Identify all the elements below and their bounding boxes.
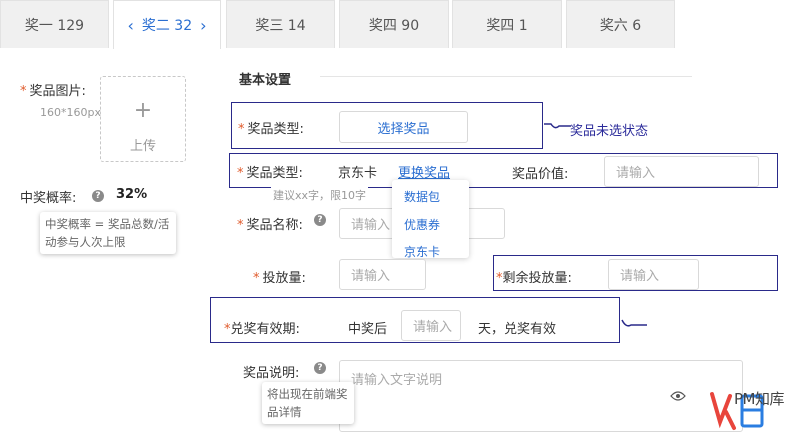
tab-label: 奖一 129	[24, 17, 85, 34]
watermark: PM知库	[668, 384, 804, 433]
prize-value-label: 奖品价值:	[512, 167, 569, 182]
help-icon[interactable]: ?	[314, 362, 326, 374]
section-divider	[320, 76, 692, 77]
upload-box[interactable]: + 上传	[100, 76, 186, 162]
help-icon[interactable]: ?	[92, 190, 104, 202]
qty-input[interactable]: 请输入	[339, 259, 426, 290]
annotation-unselected: 奖品未选状态	[570, 124, 649, 139]
remaining-label: *剩余投放量:	[496, 271, 572, 286]
desc-tooltip: 将出现在前端奖品详情	[262, 382, 354, 424]
prize-value-input[interactable]: 请输入	[604, 156, 759, 187]
prize-type-dropdown: 数据包 优惠券 京东卡	[392, 180, 469, 260]
dropdown-item[interactable]: 京东卡	[404, 243, 440, 260]
plus-icon: +	[133, 98, 153, 123]
desc-label: 奖品说明:	[243, 366, 300, 381]
section-title: 基本设置	[239, 73, 292, 88]
tab-label: 奖二 32	[141, 18, 193, 34]
annotation-connector	[621, 319, 647, 327]
type-label-selected: * 奖品类型:	[237, 166, 303, 181]
image-label: * 奖品图片:	[20, 84, 86, 99]
prize-tabs: 奖一 129 ‹ 奖二 32 › 奖三 14 奖四 90 奖四 1 奖六 6	[0, 0, 804, 49]
validity-input[interactable]: 请输入	[401, 310, 461, 341]
validity-prefix: 中奖后	[348, 322, 388, 337]
tab-prize-2[interactable]: ‹ 奖二 32 ›	[113, 0, 221, 49]
image-size-hint: 160*160px	[40, 106, 101, 119]
tab-label: 奖六 6	[599, 17, 642, 34]
hint-text: 建议xx字，限10字	[271, 187, 369, 203]
tab-label: 奖三 14	[255, 17, 306, 34]
tab-prize-1[interactable]: 奖一 129	[0, 0, 109, 48]
desc-placeholder: 请输入文字说明	[351, 373, 443, 388]
tab-prize-4[interactable]: 奖四 90	[339, 0, 449, 48]
prob-label: 中奖概率:	[20, 191, 77, 206]
upload-label: 上传	[129, 139, 156, 154]
tab-label: 奖四 1	[486, 17, 528, 34]
tab-prize-5[interactable]: 奖四 1	[452, 0, 562, 48]
annotation-connector	[544, 123, 571, 129]
tab-label: 奖四 90	[368, 17, 420, 34]
help-icon[interactable]: ?	[314, 214, 326, 226]
chevron-right-icon[interactable]: ›	[200, 16, 206, 35]
dropdown-item[interactable]: 优惠券	[404, 216, 440, 233]
dropdown-item[interactable]: 数据包	[404, 188, 440, 205]
select-prize-button[interactable]: 选择奖品	[339, 111, 468, 143]
tab-prize-3[interactable]: 奖三 14	[226, 0, 335, 48]
qty-label: * 投放量:	[253, 271, 306, 286]
tab-prize-6[interactable]: 奖六 6	[566, 0, 675, 48]
watermark-text: PM知库	[734, 390, 785, 408]
type-label: * 奖品类型:	[238, 122, 304, 137]
type-value: 京东卡	[338, 166, 378, 181]
change-prize-link[interactable]: 更换奖品	[398, 162, 450, 181]
name-label: * 奖品名称:	[237, 218, 303, 233]
chevron-left-icon[interactable]: ‹	[127, 16, 133, 35]
prob-value: 32%	[116, 187, 148, 202]
validity-suffix: 天，兑奖有效	[478, 322, 557, 337]
validity-label: *兑奖有效期:	[224, 322, 300, 337]
watermark-logo-icon	[670, 391, 686, 401]
prob-tooltip: 中奖概率 = 奖品总数/活动参与人次上限	[40, 212, 176, 254]
remaining-input[interactable]: 请输入	[608, 259, 699, 290]
